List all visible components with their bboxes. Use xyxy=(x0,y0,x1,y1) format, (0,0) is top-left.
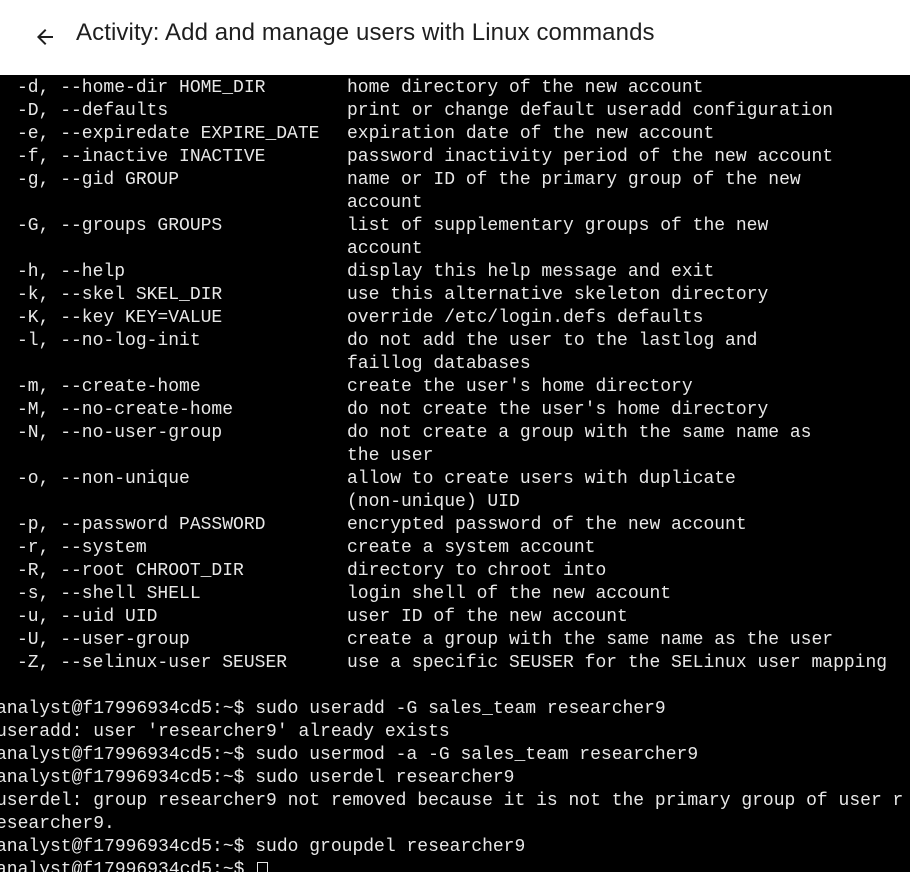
option-description: use this alternative skeleton directory xyxy=(347,285,769,305)
back-button[interactable] xyxy=(30,22,60,52)
option-flag: -M, --no-create-home xyxy=(17,400,234,420)
option-description: expiration date of the new account xyxy=(347,124,715,144)
option-flag: -h, --help xyxy=(17,262,126,282)
option-description: do not create the user's home directory xyxy=(347,400,769,420)
option-flag: -u, --uid UID xyxy=(17,607,158,627)
option-flag: -d, --home-dir HOME_DIR xyxy=(17,78,266,98)
option-flag: -o, --non-unique xyxy=(17,469,190,489)
option-description: create the user's home directory xyxy=(347,377,693,397)
option-flag: -f, --inactive INACTIVE xyxy=(17,147,266,167)
option-description: account xyxy=(347,193,423,213)
option-description: override /etc/login.defs defaults xyxy=(347,308,704,328)
option-flag: -U, --user-group xyxy=(17,630,190,650)
option-flag: -G, --groups GROUPS xyxy=(17,216,223,236)
shell-line: esearcher9. xyxy=(0,814,115,834)
option-description: home directory of the new account xyxy=(347,78,704,98)
option-description: faillog databases xyxy=(347,354,531,374)
option-description: display this help message and exit xyxy=(347,262,715,282)
option-description: user ID of the new account xyxy=(347,607,628,627)
option-flag: -p, --password PASSWORD xyxy=(17,515,266,535)
shell-line: analyst@f17996934cd5:~$ sudo useradd -G … xyxy=(0,699,666,719)
option-description: allow to create users with duplicate xyxy=(347,469,736,489)
option-flag: -R, --root CHROOT_DIR xyxy=(17,561,244,581)
option-description: encrypted password of the new account xyxy=(347,515,747,535)
option-description: do not create a group with the same name… xyxy=(347,423,812,443)
option-flag: -e, --expiredate EXPIRE_DATE xyxy=(17,124,320,144)
terminal-cursor xyxy=(257,862,268,872)
option-description: password inactivity period of the new ac… xyxy=(347,147,834,167)
option-flag: -m, --create-home xyxy=(17,377,201,397)
option-flag: -k, --skel SKEL_DIR xyxy=(17,285,223,305)
shell-line: useradd: user 'researcher9' already exis… xyxy=(0,722,450,742)
option-description: name or ID of the primary group of the n… xyxy=(347,170,801,190)
option-flag: -r, --system xyxy=(17,538,147,558)
option-flag: -K, --key KEY=VALUE xyxy=(17,308,223,328)
option-flag: -D, --defaults xyxy=(17,101,169,121)
option-description: account xyxy=(347,239,423,259)
shell-line: analyst@f17996934cd5:~$ sudo groupdel re… xyxy=(0,837,526,857)
shell-line: analyst@f17996934cd5:~$ sudo userdel res… xyxy=(0,768,515,788)
arrow-back-icon xyxy=(37,29,53,45)
option-description: (non-unique) UID xyxy=(347,492,520,512)
option-description: list of supplementary groups of the new xyxy=(347,216,769,236)
shell-line: analyst@f17996934cd5:~$ sudo usermod -a … xyxy=(0,745,699,765)
option-description: print or change default useradd configur… xyxy=(347,101,834,121)
terminal-output[interactable]: -d, --home-dir HOME_DIR home directory of… xyxy=(0,75,910,872)
option-description: create a system account xyxy=(347,538,596,558)
option-description: do not add the user to the lastlog and xyxy=(347,331,758,351)
option-flag: -s, --shell SHELL xyxy=(17,584,201,604)
option-flag: -Z, --selinux-user SEUSER xyxy=(17,653,288,673)
option-description: create a group with the same name as the… xyxy=(347,630,834,650)
option-description: the user xyxy=(347,446,434,466)
shell-line: analyst@f17996934cd5:~$ xyxy=(0,860,256,872)
option-flag: -l, --no-log-init xyxy=(17,331,201,351)
option-flag: -g, --gid GROUP xyxy=(17,170,180,190)
page-title: Activity: Add and manage users with Linu… xyxy=(76,19,655,46)
shell-line: userdel: group researcher9 not removed b… xyxy=(0,791,904,811)
option-description: directory to chroot into xyxy=(347,561,607,581)
option-description: use a specific SEUSER for the SELinux us… xyxy=(347,653,888,673)
option-description: login shell of the new account xyxy=(347,584,672,604)
activity-header: Activity: Add and manage users with Linu… xyxy=(0,0,910,75)
option-flag: -N, --no-user-group xyxy=(17,423,223,443)
